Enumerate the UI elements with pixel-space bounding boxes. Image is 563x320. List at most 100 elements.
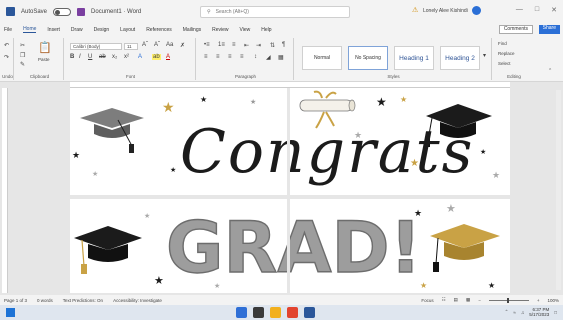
word-app-icon[interactable]: [304, 307, 315, 318]
document-page[interactable]: ★ ★ ★ ★ ★ ★ ★ ★ ★ ★ ★ ★ ★ ★ ★ ★ ★ ★ ★ Co…: [70, 88, 510, 293]
shading-icon[interactable]: ◢: [266, 54, 271, 61]
tab-help[interactable]: Help: [261, 27, 271, 33]
increase-indent-icon[interactable]: ⇥: [256, 42, 261, 49]
tab-references[interactable]: References: [146, 27, 172, 33]
avatar[interactable]: [471, 6, 481, 15]
tab-home[interactable]: Home: [23, 26, 37, 33]
zoom-out-icon[interactable]: −: [478, 298, 481, 303]
style-heading-2[interactable]: Heading 2: [440, 46, 480, 70]
font-name-select[interactable]: Calibri (Body): [70, 43, 122, 50]
search-icon[interactable]: [236, 307, 247, 318]
clear-formatting-icon[interactable]: ✗: [180, 42, 185, 49]
tab-draw[interactable]: Draw: [71, 27, 83, 33]
tab-design[interactable]: Design: [94, 27, 110, 33]
numbering-icon[interactable]: 1≡: [218, 42, 225, 48]
vertical-ruler[interactable]: [2, 88, 8, 293]
tab-mailings[interactable]: Mailings: [183, 27, 201, 33]
change-case-icon[interactable]: Aa: [166, 42, 173, 48]
decrease-indent-icon[interactable]: ⇤: [244, 42, 249, 49]
align-right-button[interactable]: ≡: [228, 54, 232, 60]
clock[interactable]: 6:37 PM 5/17/2023: [529, 307, 549, 317]
comments-button[interactable]: Comments: [498, 25, 533, 34]
text-predictions-status[interactable]: Text Predictions: On: [63, 298, 103, 303]
align-center-button[interactable]: ≡: [216, 54, 220, 60]
bullets-icon[interactable]: •≡: [204, 42, 210, 48]
tab-review[interactable]: Review: [212, 27, 228, 33]
file-explorer-icon[interactable]: [270, 307, 281, 318]
maximize-button[interactable]: □: [535, 6, 539, 14]
print-layout-icon[interactable]: ▤: [454, 297, 458, 303]
superscript-button[interactable]: x²: [124, 54, 129, 60]
style-normal[interactable]: Normal: [302, 46, 342, 70]
tray-chevron-icon[interactable]: ⌃: [505, 309, 509, 315]
bold-button[interactable]: B: [70, 54, 74, 60]
borders-icon[interactable]: ▦: [278, 54, 284, 61]
sort-icon[interactable]: ⇅: [270, 42, 275, 49]
task-view-icon[interactable]: [253, 307, 264, 318]
ribbon: ↶ ↷ Undo 📋 Paste ✂ ❐ ✎ Clipboard Calibri…: [0, 36, 563, 82]
accessibility-status[interactable]: Accessibility: Investigate: [113, 298, 162, 303]
autosave-toggle[interactable]: [53, 7, 72, 16]
clipboard-group-label: Clipboard: [29, 74, 50, 79]
status-right: Focus ☷ ▤ ▩ − + 100%: [421, 297, 559, 303]
shrink-font-icon[interactable]: Aˇ: [154, 42, 160, 48]
styles-more-icon[interactable]: ▾: [483, 52, 486, 59]
collapse-ribbon-icon[interactable]: ⌃: [548, 68, 552, 74]
multilevel-list-icon[interactable]: ≡: [232, 42, 236, 48]
paste-icon[interactable]: 📋: [38, 41, 52, 54]
paragraph-group: •≡ 1≡ ≡ ⇤ ⇥ ⇅ ¶ ≡ ≡ ≡ ≡ ↕ ◢ ▦ Paragraph: [198, 38, 294, 80]
minimize-button[interactable]: —: [516, 6, 523, 14]
tab-insert[interactable]: Insert: [47, 27, 60, 33]
system-tray: ⌃ ≈ ♫ 6:37 PM 5/17/2023 □: [505, 307, 557, 317]
close-button[interactable]: ✕: [551, 6, 557, 14]
style-no-spacing[interactable]: No Spacing: [348, 46, 388, 70]
select-button[interactable]: Select: [498, 61, 511, 66]
volume-icon[interactable]: ♫: [521, 310, 524, 315]
svg-text:★: ★: [250, 98, 256, 106]
highlight-icon[interactable]: ab: [152, 54, 161, 60]
replace-button[interactable]: Replace: [498, 51, 515, 56]
italic-button[interactable]: I: [79, 54, 81, 60]
save-icon[interactable]: [77, 7, 86, 16]
focus-button[interactable]: Focus: [421, 298, 433, 303]
page-count[interactable]: Page 1 of 3: [4, 298, 27, 303]
search-input[interactable]: ⚲ Search (Alt+Q): [200, 6, 350, 18]
underline-button[interactable]: U: [88, 54, 92, 60]
vertical-scrollbar[interactable]: [556, 90, 561, 290]
format-painter-icon[interactable]: ✎: [20, 61, 25, 68]
zoom-level[interactable]: 100%: [547, 298, 559, 303]
zoom-slider[interactable]: [488, 297, 529, 303]
word-count[interactable]: 0 words: [37, 298, 53, 303]
strikethrough-button[interactable]: ab: [99, 54, 106, 60]
style-heading-1[interactable]: Heading 1: [394, 46, 434, 70]
user-name: Lonely Alee Kishindi: [423, 7, 468, 14]
tab-view[interactable]: View: [240, 27, 251, 33]
undo-icon[interactable]: ↶: [4, 42, 9, 49]
tab-layout[interactable]: Layout: [120, 27, 135, 33]
text-effects-button[interactable]: A: [138, 54, 142, 60]
wifi-icon[interactable]: ≈: [513, 310, 515, 315]
justify-button[interactable]: ≡: [240, 54, 244, 60]
windows-start-icon[interactable]: [6, 308, 15, 317]
read-mode-icon[interactable]: ☷: [442, 297, 446, 303]
line-spacing-icon[interactable]: ↕: [254, 54, 257, 60]
grow-font-icon[interactable]: Aˆ: [142, 42, 148, 48]
font-size-select[interactable]: 11: [124, 43, 138, 50]
subscript-button[interactable]: x₂: [112, 54, 117, 60]
zoom-in-icon[interactable]: +: [537, 298, 540, 303]
grad-cap-gold-icon: [430, 224, 500, 272]
copy-icon[interactable]: ❐: [20, 52, 25, 59]
cut-icon[interactable]: ✂: [20, 42, 25, 49]
find-button[interactable]: Find: [498, 41, 507, 46]
user-account[interactable]: ⚠ Lonely Alee Kishindi: [412, 6, 481, 15]
font-color-button[interactable]: A: [166, 54, 170, 60]
chrome-icon[interactable]: [287, 307, 298, 318]
tab-file[interactable]: File: [4, 27, 12, 33]
show-formatting-button[interactable]: ¶: [282, 42, 285, 48]
web-layout-icon[interactable]: ▩: [466, 297, 470, 303]
share-button[interactable]: Share: [538, 25, 560, 34]
redo-icon[interactable]: ↷: [4, 54, 9, 61]
align-left-button[interactable]: ≡: [204, 54, 208, 60]
notifications-icon[interactable]: □: [554, 310, 557, 315]
paste-label[interactable]: Paste: [38, 57, 50, 62]
